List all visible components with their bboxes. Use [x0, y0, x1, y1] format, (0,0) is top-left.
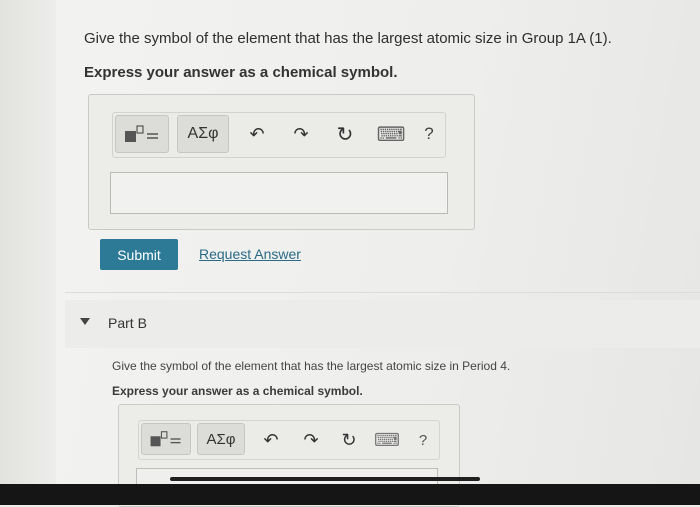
screen-bezel	[0, 484, 700, 505]
screen-edge-line	[170, 477, 480, 481]
undo-icon[interactable]: ↶	[257, 425, 285, 455]
help-icon[interactable]: ?	[409, 425, 437, 455]
keyboard-icon[interactable]: ⌨	[375, 119, 407, 149]
section-divider	[65, 292, 700, 293]
part-b-title: Part B	[108, 315, 147, 331]
undo-icon[interactable]: ↶	[243, 119, 271, 149]
redo-icon[interactable]: ↷	[287, 119, 315, 149]
greek-symbols-button[interactable]: ΑΣφ	[197, 423, 245, 455]
part-b-question: Give the symbol of the element that has …	[112, 359, 511, 373]
reset-icon[interactable]: ↻	[331, 119, 359, 149]
request-answer-link[interactable]: Request Answer	[199, 246, 301, 262]
part-a-math-toolbar: ΑΣφ ↶ ↷ ↻ ⌨ ?	[112, 112, 446, 158]
reset-icon[interactable]: ↻	[335, 425, 363, 455]
template-icon	[150, 431, 181, 447]
part-b-header[interactable]	[65, 300, 700, 348]
part-b-math-toolbar: ΑΣφ ↶ ↷ ↻ ⌨ ?	[138, 420, 440, 460]
left-margin	[0, 0, 56, 505]
help-icon[interactable]: ?	[415, 119, 443, 149]
part-b-instruction: Express your answer as a chemical symbol…	[112, 384, 363, 398]
template-button[interactable]	[115, 115, 169, 153]
part-a-instruction: Express your answer as a chemical symbol…	[84, 64, 398, 81]
submit-button[interactable]: Submit	[100, 239, 178, 270]
part-a-answer-field[interactable]	[110, 172, 448, 214]
keyboard-icon[interactable]: ⌨	[373, 425, 401, 455]
part-a-question: Give the symbol of the element that has …	[84, 30, 612, 47]
collapse-caret-icon[interactable]	[80, 318, 90, 325]
template-icon	[125, 125, 158, 142]
template-button[interactable]	[141, 423, 191, 455]
greek-symbols-button[interactable]: ΑΣφ	[177, 115, 229, 153]
redo-icon[interactable]: ↷	[297, 425, 325, 455]
